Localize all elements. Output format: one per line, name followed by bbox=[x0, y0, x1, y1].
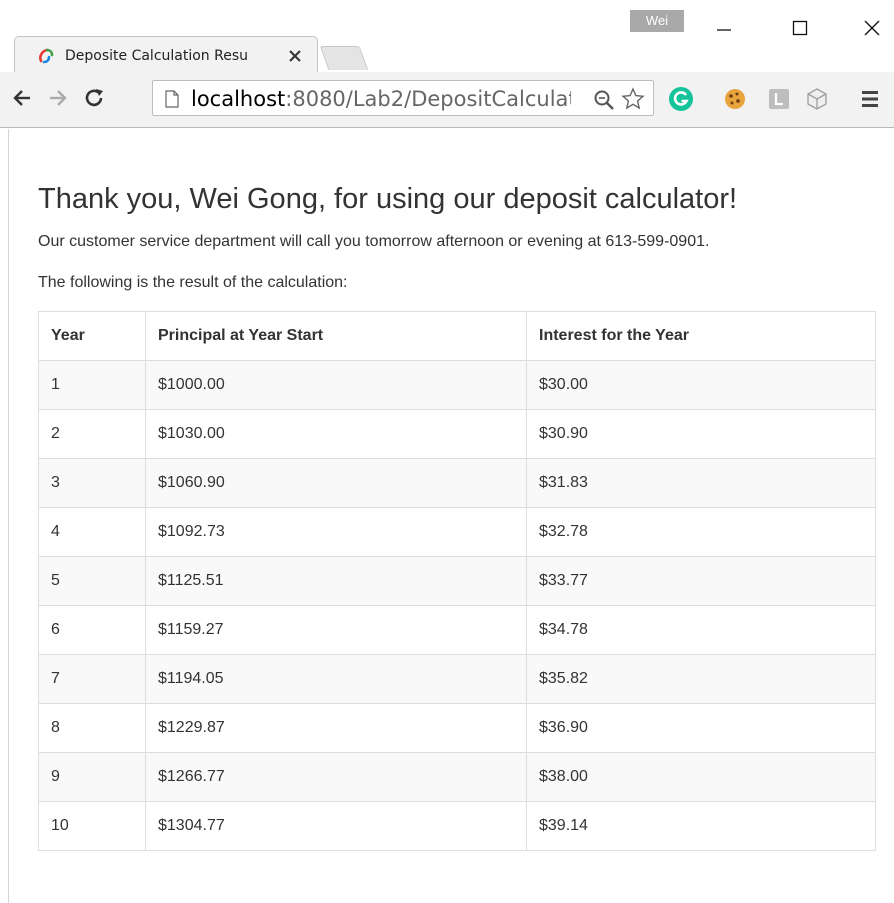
browser-toolbar: localhost:8080/Lab2/DepositCalculat bbox=[0, 72, 894, 128]
service-message: Our customer service department will cal… bbox=[38, 233, 710, 250]
browser-titlebar: Wei Deposite Calculation Resu bbox=[0, 0, 894, 72]
close-icon bbox=[864, 20, 880, 36]
interest-cell: $32.78 bbox=[526, 507, 876, 557]
principal-cell: $1030.00 bbox=[145, 409, 527, 459]
principal-cell: $1125.51 bbox=[145, 556, 527, 606]
arrow-right-icon bbox=[50, 90, 67, 106]
interest-cell: $36.90 bbox=[526, 703, 876, 753]
principal-cell: $1000.00 bbox=[145, 360, 527, 410]
url-path: :8080/Lab2/DepositCalculat bbox=[285, 87, 571, 111]
interest-cell: $38.00 bbox=[526, 752, 876, 802]
principal-cell: $1060.90 bbox=[145, 458, 527, 508]
browser-tab[interactable]: Deposite Calculation Resu bbox=[14, 36, 318, 72]
results-table: Year Principal at Year Start Interest fo… bbox=[38, 311, 876, 851]
table-row: 7 $1194.05 $35.82 bbox=[38, 654, 876, 704]
tab-title: Deposite Calculation Resu bbox=[65, 48, 249, 64]
tab-close-icon[interactable] bbox=[287, 48, 303, 64]
year-cell: 1 bbox=[38, 360, 146, 410]
interest-cell: $39.14 bbox=[526, 801, 876, 851]
profile-badge[interactable]: Wei bbox=[630, 10, 684, 32]
minimize-button[interactable] bbox=[704, 14, 744, 42]
viewport-edge bbox=[8, 129, 9, 903]
year-cell: 9 bbox=[38, 752, 146, 802]
interest-cell: $34.78 bbox=[526, 605, 876, 655]
year-cell: 5 bbox=[38, 556, 146, 606]
page-icon bbox=[165, 90, 179, 108]
interest-cell: $35.82 bbox=[526, 654, 876, 704]
new-tab-button[interactable] bbox=[319, 46, 369, 70]
back-button[interactable] bbox=[8, 84, 36, 112]
menu-icon[interactable] bbox=[860, 88, 880, 110]
table-row: 10 $1304.77 $39.14 bbox=[38, 801, 876, 851]
year-cell: 3 bbox=[38, 458, 146, 508]
minimize-icon bbox=[717, 29, 731, 31]
year-cell: 7 bbox=[38, 654, 146, 704]
cube-extension-button[interactable] bbox=[804, 86, 830, 112]
table-row: 4 $1092.73 $32.78 bbox=[38, 507, 876, 557]
table-row: 1 $1000.00 $30.00 bbox=[38, 360, 876, 410]
l-extension-button[interactable] bbox=[766, 86, 792, 112]
table-row: 6 $1159.27 $34.78 bbox=[38, 605, 876, 655]
reload-icon bbox=[85, 89, 103, 107]
principal-cell: $1229.87 bbox=[145, 703, 527, 753]
grammarly-extension-button[interactable] bbox=[668, 86, 694, 112]
column-header-principal: Principal at Year Start bbox=[145, 311, 527, 361]
result-intro: The following is the result of the calcu… bbox=[38, 274, 348, 291]
close-window-button[interactable] bbox=[852, 14, 892, 42]
grammarly-icon bbox=[669, 87, 693, 111]
tomcat-favicon-icon bbox=[39, 48, 54, 64]
year-cell: 2 bbox=[38, 409, 146, 459]
table-row: 3 $1060.90 $31.83 bbox=[38, 458, 876, 508]
page-content: Thank you, Wei Gong, for using our depos… bbox=[0, 129, 894, 903]
l-extension-icon bbox=[769, 89, 789, 109]
year-cell: 8 bbox=[38, 703, 146, 753]
table-row: 9 $1266.77 $38.00 bbox=[38, 752, 876, 802]
cookie-icon bbox=[725, 89, 745, 109]
table-row: 8 $1229.87 $36.90 bbox=[38, 703, 876, 753]
maximize-button[interactable] bbox=[780, 14, 820, 42]
year-cell: 4 bbox=[38, 507, 146, 557]
principal-cell: $1266.77 bbox=[145, 752, 527, 802]
principal-cell: $1304.77 bbox=[145, 801, 527, 851]
cube-icon bbox=[807, 88, 827, 110]
address-bar[interactable]: localhost:8080/Lab2/DepositCalculat bbox=[152, 80, 654, 116]
column-header-interest: Interest for the Year bbox=[526, 311, 876, 361]
url-host: localhost bbox=[191, 87, 286, 111]
table-header-row: Year Principal at Year Start Interest fo… bbox=[38, 311, 876, 361]
table-row: 5 $1125.51 $33.77 bbox=[38, 556, 876, 606]
arrow-left-icon bbox=[13, 90, 30, 106]
reload-button[interactable] bbox=[80, 84, 108, 112]
principal-cell: $1194.05 bbox=[145, 654, 527, 704]
cookie-extension-button[interactable] bbox=[722, 86, 748, 112]
principal-cell: $1092.73 bbox=[145, 507, 527, 557]
interest-cell: $30.90 bbox=[526, 409, 876, 459]
bookmark-star-icon[interactable] bbox=[621, 87, 645, 111]
page-title: Thank you, Wei Gong, for using our depos… bbox=[38, 183, 738, 215]
table-row: 2 $1030.00 $30.90 bbox=[38, 409, 876, 459]
principal-cell: $1159.27 bbox=[145, 605, 527, 655]
zoom-icon[interactable] bbox=[593, 89, 615, 111]
column-header-year: Year bbox=[38, 311, 146, 361]
year-cell: 6 bbox=[38, 605, 146, 655]
url-text: localhost:8080/Lab2/DepositCalculat bbox=[191, 86, 571, 112]
forward-button[interactable] bbox=[44, 84, 72, 112]
interest-cell: $31.83 bbox=[526, 458, 876, 508]
year-cell: 10 bbox=[38, 801, 146, 851]
maximize-icon bbox=[792, 20, 808, 36]
interest-cell: $30.00 bbox=[526, 360, 876, 410]
interest-cell: $33.77 bbox=[526, 556, 876, 606]
